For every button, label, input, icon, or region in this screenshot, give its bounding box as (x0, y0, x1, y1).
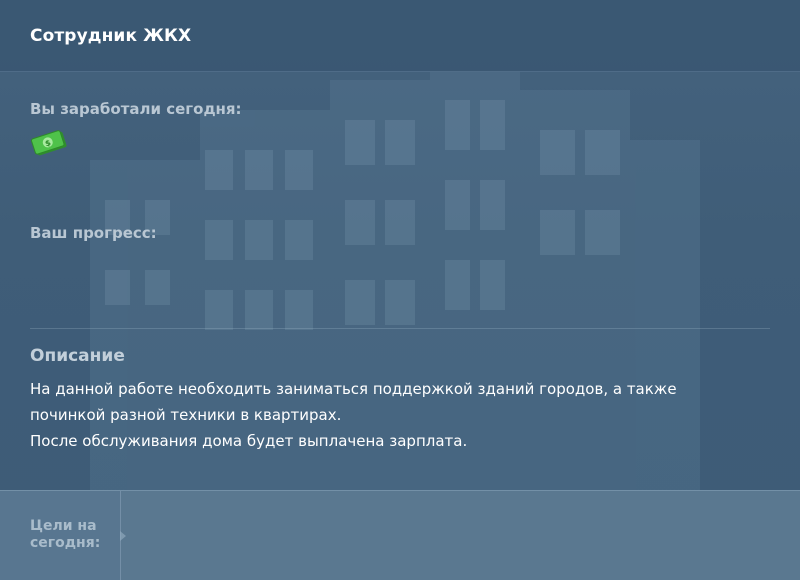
job-info-panel: Вы заработали сегодня: $ Ваш прогресс: О… (0, 72, 800, 490)
window-header: Сотрудник ЖКХ (0, 0, 800, 72)
description-title: Описание (30, 346, 125, 366)
money-icon: $ (30, 128, 68, 158)
earned-today-label: Вы заработали сегодня: (30, 100, 242, 118)
chevron-right-icon (120, 531, 126, 541)
description-text: На данной работе необходить заниматься п… (30, 376, 750, 454)
goals-footer: Цели на сегодня: (0, 490, 800, 580)
progress-label: Ваш прогресс: (30, 224, 157, 242)
goals-header-cell: Цели на сегодня: (0, 491, 121, 580)
goals-today-label: Цели на сегодня: (30, 518, 101, 551)
section-divider (30, 328, 770, 329)
description-line: После обслуживания дома будет выплачена … (30, 432, 468, 450)
description-line: На данной работе необходить заниматься п… (30, 380, 677, 424)
page-title: Сотрудник ЖКХ (30, 26, 192, 46)
